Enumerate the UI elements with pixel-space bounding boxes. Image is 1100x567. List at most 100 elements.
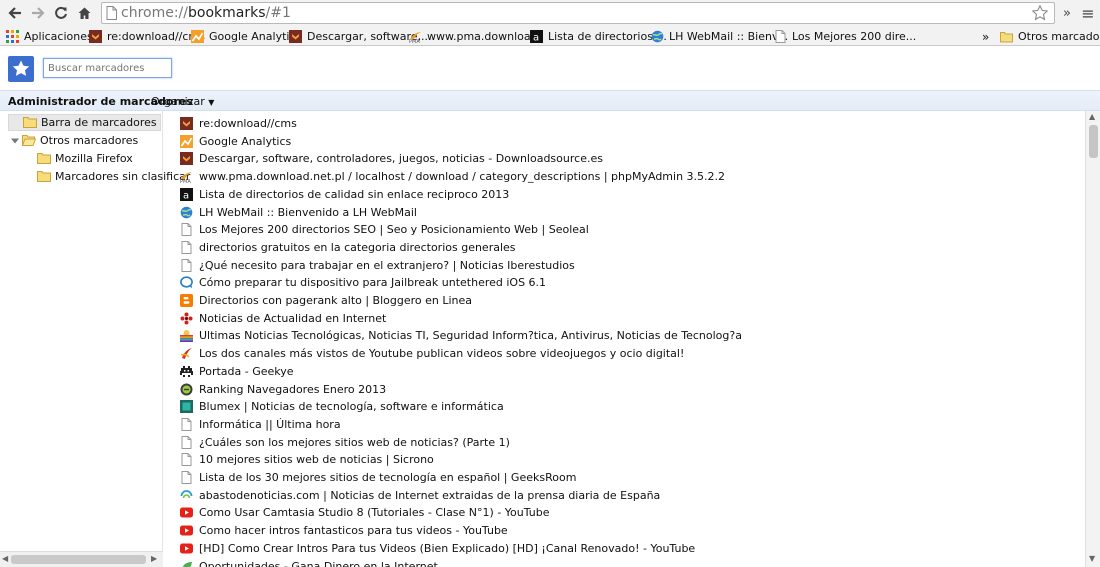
- expanded-triangle-icon[interactable]: [11, 137, 19, 145]
- bookmark-title: [HD] Como Crear Intros Para tus Videos (…: [199, 542, 696, 555]
- bookmark-row[interactable]: Los Mejores 200 directorios SEO | Seo y …: [175, 221, 589, 238]
- red-flower-icon: [180, 312, 193, 325]
- url-text: chrome://bookmarks/#1: [121, 5, 291, 21]
- bookmark-row[interactable]: ¿Qué necesito para trabajar en el extran…: [175, 257, 575, 274]
- bookmark-bar-item-directorios[interactable]: a Lista de directorios ...: [530, 27, 667, 46]
- bookmark-bar-label: Aplicaciones: [24, 30, 93, 43]
- home-button[interactable]: [74, 3, 94, 23]
- bookmark-bar-item-redownload[interactable]: re:download//cms: [89, 27, 205, 46]
- bookmark-bar-item-pma[interactable]: PMA www.pma.downloa...: [409, 27, 541, 46]
- bookmark-row[interactable]: Directorios con pagerank alto | Bloggero…: [175, 292, 472, 309]
- bookmark-row[interactable]: Noticias de Actualidad en Internet: [175, 310, 386, 327]
- bookmark-row[interactable]: 10 mejores sitios web de noticias | Sicr…: [175, 451, 434, 468]
- bookmark-row[interactable]: re:download//cms: [175, 115, 297, 132]
- bookmark-title: Lista de directorios de calidad sin enla…: [199, 188, 510, 201]
- page-icon: [181, 436, 192, 449]
- scroll-down-icon[interactable]: ▼: [1089, 554, 1095, 563]
- menu-button[interactable]: ≡: [1078, 3, 1098, 23]
- bookmark-title: abastodenoticias.com | Noticias de Inter…: [199, 489, 661, 502]
- bookmark-title: Directorios con pagerank alto | Bloggero…: [199, 294, 473, 307]
- pma-icon: PMA: [180, 172, 192, 183]
- tree-item-unsorted[interactable]: Marcadores sin clasificar: [37, 168, 190, 185]
- bookmark-row[interactable]: abastodenoticias.com | Noticias de Inter…: [175, 487, 660, 504]
- extensions-overflow-button[interactable]: »: [1060, 3, 1074, 23]
- orange-chevron-icon: [180, 117, 193, 130]
- bookmark-title: re:download//cms: [199, 117, 297, 130]
- site-favicon: [289, 30, 302, 43]
- page-icon: [181, 259, 192, 272]
- tree-item-label: Barra de marcadores: [41, 116, 157, 129]
- bookmark-row[interactable]: Los dos canales más vistos de Youtube pu…: [175, 345, 684, 362]
- tree-horizontal-scrollbar[interactable]: ◀ ▶: [0, 551, 163, 567]
- folder-icon: [23, 117, 37, 128]
- scrollbar-thumb[interactable]: [1089, 125, 1098, 158]
- teal-square-icon: [180, 400, 193, 413]
- black-a-icon: a: [180, 188, 193, 201]
- invader-icon: [180, 366, 193, 377]
- bookmark-row[interactable]: a Lista de directorios de calidad sin enl…: [175, 186, 509, 203]
- bookmarks-bar: Aplicaciones re:download//cms Google Ana…: [0, 27, 1100, 46]
- tree-item-other-bookmarks[interactable]: Otros marcadores: [11, 132, 138, 149]
- globe-icon: [651, 30, 664, 43]
- bookmark-title: Los dos canales más vistos de Youtube pu…: [199, 347, 685, 360]
- bookmark-row[interactable]: Oportunidades - Gana Dinero en la Intern…: [175, 558, 438, 567]
- swirl-icon: [180, 490, 193, 499]
- tree-item-mozilla-firefox[interactable]: Mozilla Firefox: [37, 150, 133, 167]
- scroll-left-icon[interactable]: ◀: [2, 554, 8, 563]
- other-bookmarks-button[interactable]: Otros marcadores: [1000, 27, 1100, 46]
- bookmark-title: ¿Qué necesito para trabajar en el extran…: [199, 259, 575, 272]
- reload-button[interactable]: [51, 3, 71, 23]
- url-host: bookmarks: [188, 5, 266, 21]
- bookmark-bar-item-apps[interactable]: Aplicaciones: [6, 27, 93, 46]
- url-scheme: chrome://: [121, 5, 188, 21]
- bookmark-row[interactable]: Como hacer intros fantasticos para tus v…: [175, 522, 508, 539]
- pma-icon: PMA: [409, 32, 421, 43]
- scroll-right-icon[interactable]: ▶: [151, 554, 157, 563]
- scroll-up-icon[interactable]: ▲: [1089, 112, 1095, 121]
- search-bookmarks-input[interactable]: [43, 58, 172, 78]
- bookmark-row[interactable]: Lista de los 30 mejores sitios de tecnol…: [175, 469, 576, 486]
- bookmark-row[interactable]: LH WebMail :: Bienvenido a LH WebMail: [175, 204, 417, 221]
- bookmark-row[interactable]: Blumex | Noticias de tecnología, softwar…: [175, 398, 504, 415]
- bookmark-row[interactable]: ¿Cuáles son los mejores sitios web de no…: [175, 434, 510, 451]
- bookmark-bar-label: Los Mejores 200 dire...: [792, 30, 917, 43]
- blogger-icon: [180, 294, 193, 307]
- bookmark-bar-item-mejores200[interactable]: Los Mejores 200 dire...: [774, 27, 916, 46]
- forward-button[interactable]: [28, 3, 48, 23]
- address-bar[interactable]: chrome://bookmarks/#1: [101, 2, 1055, 24]
- list-vertical-scrollbar[interactable]: ▲ ▼: [1085, 111, 1100, 567]
- scrollbar-thumb[interactable]: [11, 555, 146, 564]
- bookmark-row[interactable]: Ultimas Noticias Tecnológicas, Noticias …: [175, 327, 742, 344]
- page-icon: [181, 453, 192, 466]
- bookmark-row[interactable]: directorios gratuitos en la categoria di…: [175, 239, 516, 256]
- bookmark-row[interactable]: Cómo preparar tu dispositivo para Jailbr…: [175, 274, 546, 291]
- bookmark-row[interactable]: Descargar, software, controladores, jueg…: [175, 150, 603, 167]
- bookmark-star-icon[interactable]: [1031, 4, 1049, 22]
- bookmark-title: LH WebMail :: Bienvenido a LH WebMail: [199, 206, 417, 219]
- bookmark-manager-logo: [8, 56, 34, 82]
- bookmark-row[interactable]: PMA www.pma.download.net.pl / localhost /…: [175, 168, 725, 185]
- bookmark-title: 10 mejores sitios web de noticias | Sicr…: [199, 453, 434, 466]
- url-path: /#1: [265, 5, 291, 21]
- youtube-icon: [180, 543, 193, 554]
- bookmark-row[interactable]: Informática || Última hora: [175, 416, 341, 433]
- analytics-icon: [180, 135, 193, 148]
- bookmark-title: Los Mejores 200 directorios SEO | Seo y …: [199, 223, 589, 236]
- bookmark-row[interactable]: Ranking Navegadores Enero 2013: [175, 381, 386, 398]
- bookmark-bar-overflow-button[interactable]: »: [982, 27, 989, 46]
- bookmark-title: Cómo preparar tu dispositivo para Jailbr…: [199, 276, 547, 289]
- back-button[interactable]: [5, 3, 25, 23]
- bookmark-bar-item-webmail[interactable]: LH WebMail :: Bienv...: [651, 27, 788, 46]
- organize-menu-button[interactable]: Organizar ▼: [151, 95, 214, 108]
- bookmark-title: Informática || Última hora: [199, 418, 341, 431]
- bookmark-row[interactable]: [HD] Como Crear Intros Para tus Videos (…: [175, 540, 695, 557]
- bookmark-row[interactable]: Como Usar Camtasia Studio 8 (Tutoriales …: [175, 504, 550, 521]
- bookmark-title: Como hacer intros fantasticos para tus v…: [199, 524, 508, 537]
- tree-item-bookmarks-bar[interactable]: Barra de marcadores: [8, 114, 161, 131]
- folder-open-icon: [22, 135, 36, 146]
- bookmark-bar-item-analytics[interactable]: Google Analytics: [191, 27, 301, 46]
- bookmark-row[interactable]: Google Analytics: [175, 133, 291, 150]
- tree-item-label: Mozilla Firefox: [55, 152, 133, 165]
- home-icon: [78, 7, 90, 19]
- bookmark-row[interactable]: Portada - Geekye: [175, 363, 294, 380]
